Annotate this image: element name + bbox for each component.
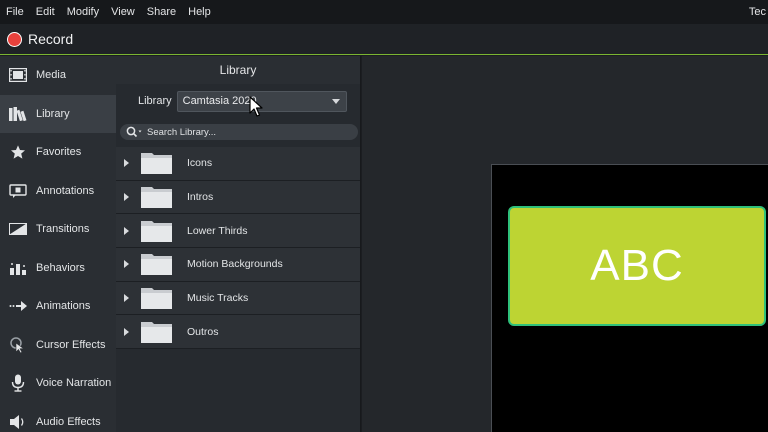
menu-edit[interactable]: Edit	[30, 0, 61, 24]
folder-name: Music Tracks	[187, 292, 249, 305]
folder-icon	[141, 254, 172, 276]
sidebar-item-label: Library	[36, 107, 70, 120]
search-icon[interactable]	[126, 126, 144, 138]
sidebar-item-behaviors[interactable]: Behaviors	[0, 249, 116, 288]
library-panel: Library Library Camtasia 2020 Icons Intr…	[116, 56, 361, 432]
media-clip[interactable]: ABC	[508, 206, 766, 326]
film-icon	[9, 66, 27, 84]
chevron-down-icon	[331, 98, 340, 104]
sidebar-item-label: Transitions	[36, 223, 90, 236]
sidebar-item-cursor-effects[interactable]: Cursor Effects	[0, 326, 116, 365]
folder-name: Icons	[187, 157, 213, 170]
sidebar-item-media[interactable]: Media	[0, 56, 116, 95]
library-folder-outros[interactable]: Outros	[116, 315, 360, 350]
menu-share[interactable]: Share	[141, 0, 182, 24]
menu-modify[interactable]: Modify	[61, 0, 105, 24]
sidebar-item-annotations[interactable]: Annotations	[0, 172, 116, 211]
folder-icon	[141, 187, 172, 209]
sidebar-item-label: Voice Narration	[36, 377, 112, 390]
folder-name: Motion Backgrounds	[187, 258, 283, 271]
tools-sidebar: Media Library Favorites Annotations Tran…	[0, 56, 116, 432]
animation-arrow-icon	[9, 297, 27, 315]
library-select-label: Library	[138, 95, 172, 107]
books-icon	[9, 105, 27, 123]
folder-name: Intros	[187, 191, 214, 204]
sidebar-item-voice-narration[interactable]: Voice Narration	[0, 364, 116, 403]
record-label: Record	[28, 31, 74, 47]
speaker-icon	[9, 413, 27, 431]
chevron-right-icon[interactable]	[124, 226, 129, 235]
star-icon	[9, 143, 27, 161]
sidebar-item-label: Behaviors	[36, 261, 85, 274]
menu-view[interactable]: View	[105, 0, 141, 24]
chevron-right-icon[interactable]	[124, 294, 129, 303]
sidebar-item-library[interactable]: Library	[0, 94, 116, 133]
library-folder-music-tracks[interactable]: Music Tracks	[116, 281, 360, 316]
record-dot-icon	[7, 31, 22, 47]
library-folder-lower-thirds[interactable]: Lower Thirds	[116, 214, 360, 249]
library-folder-list: Icons Intros Lower Thirds Motion Backgro…	[116, 147, 360, 350]
sidebar-item-label: Cursor Effects	[36, 338, 106, 351]
library-folder-motion-backgrounds[interactable]: Motion Backgrounds	[116, 248, 360, 282]
folder-icon	[141, 321, 172, 343]
folder-name: Lower Thirds	[187, 224, 248, 237]
app-title: Tec	[748, 6, 766, 18]
sidebar-item-label: Favorites	[36, 146, 82, 159]
sidebar-item-label: Audio Effects	[36, 415, 101, 428]
sidebar-item-label: Animations	[36, 300, 91, 313]
library-folder-intros[interactable]: Intros	[116, 180, 360, 215]
record-toolbar: Record	[0, 24, 768, 55]
library-panel-title: Library	[116, 56, 360, 84]
canvas-area: ABC	[362, 56, 768, 432]
folder-icon	[141, 220, 172, 242]
chevron-right-icon[interactable]	[124, 327, 129, 336]
canvas-stage[interactable]: ABC	[491, 164, 768, 432]
record-button[interactable]: Record	[7, 27, 73, 51]
sidebar-item-animations[interactable]: Animations	[0, 287, 116, 326]
transition-icon	[9, 220, 27, 238]
sidebar-item-label: Annotations	[36, 184, 95, 197]
chevron-right-icon[interactable]	[124, 193, 129, 202]
library-folder-icons[interactable]: Icons	[116, 147, 360, 181]
sidebar-item-favorites[interactable]: Favorites	[0, 133, 116, 172]
library-dropdown-value: Camtasia 2020	[182, 95, 257, 107]
sidebar-item-audio-effects[interactable]: Audio Effects	[0, 403, 116, 432]
folder-icon	[141, 153, 172, 175]
library-search-input[interactable]	[147, 126, 347, 138]
folder-name: Outros	[187, 325, 219, 338]
chevron-right-icon[interactable]	[124, 260, 129, 269]
sidebar-item-label: Media	[36, 69, 66, 82]
annotation-icon	[9, 182, 27, 200]
menu-help[interactable]: Help	[182, 0, 217, 24]
media-clip-text: ABC	[590, 241, 684, 290]
menu-bar: File Edit Modify View Share Help Tec	[0, 0, 768, 24]
mouse-pointer-icon	[249, 96, 263, 117]
sidebar-item-transitions[interactable]: Transitions	[0, 210, 116, 249]
library-search[interactable]	[120, 124, 358, 140]
cursor-effects-icon	[9, 336, 27, 354]
chevron-right-icon[interactable]	[124, 159, 129, 168]
menu-file[interactable]: File	[0, 0, 30, 24]
folder-icon	[141, 288, 172, 310]
behaviors-icon	[9, 259, 27, 277]
library-select-row: Library Camtasia 2020	[116, 84, 360, 118]
microphone-icon	[9, 374, 27, 392]
